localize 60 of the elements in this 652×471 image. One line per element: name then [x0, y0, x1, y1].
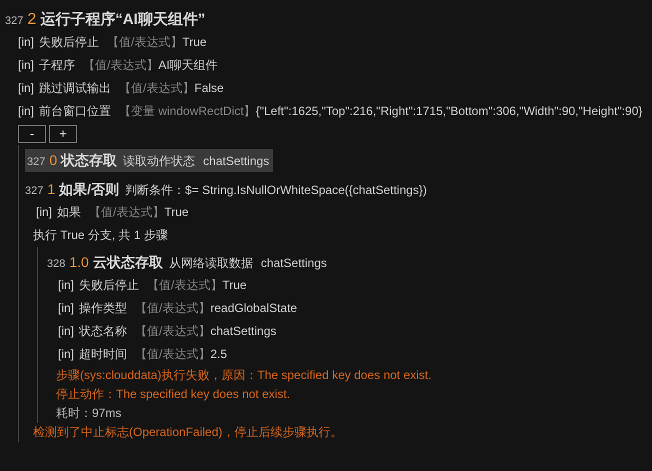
param-tag: [in]: [36, 201, 52, 224]
param-name: 如果: [57, 204, 82, 221]
branch-summary: 执行 True 分支, 共 1 步骤: [32, 227, 169, 244]
step-target: chatSettings: [260, 255, 327, 272]
step-number: 1: [47, 180, 56, 199]
timing-message: 耗时：97ms: [55, 405, 122, 422]
error-message: 停止动作：The specified key does not exist.: [55, 386, 292, 403]
param-name: 状态名称: [79, 323, 128, 340]
step-title: 云状态存取: [92, 253, 163, 272]
param-value: False: [194, 80, 224, 97]
param-name: 跳过调试输出: [39, 80, 112, 97]
toggle-button[interactable]: -: [18, 125, 46, 143]
param-name: 操作类型: [79, 300, 128, 317]
param-name: 子程序: [39, 57, 76, 74]
param-tag: [in]: [58, 320, 74, 343]
step-description: 判断条件：$= String.IsNullOrWhiteSpace({chatSettings}): [125, 182, 427, 199]
step-description: 从网络读取数据: [168, 255, 253, 272]
param-name: 前台窗口位置: [39, 103, 112, 120]
param-source: 【值/表达式】: [89, 204, 164, 221]
param-value: chatSettings: [210, 323, 276, 340]
param-tag: [in]: [58, 297, 74, 320]
param-source: 【变量 windowRectDict】: [119, 103, 256, 120]
line-number: 328: [47, 257, 66, 272]
error-message: 步骤(sys:clouddata)执行失败，原因：The specified key does not exist.: [55, 367, 432, 384]
param-name: 失败后停止: [79, 277, 140, 294]
param-source: 【值/表达式】: [135, 346, 210, 363]
error-message: 检测到了中止标志(OperationFailed)，停止后续步骤执行。: [32, 424, 344, 441]
line-number: 327: [27, 155, 46, 170]
toggle-button[interactable]: +: [49, 125, 77, 143]
param-value: 2.5: [210, 346, 228, 363]
step-target: chatSettings: [203, 153, 270, 170]
step-number: 1.0: [69, 253, 89, 272]
param-value: AI聊天组件: [158, 57, 218, 74]
param-tag: [in]: [18, 100, 34, 123]
param-value: readGlobalState: [210, 300, 298, 317]
param-source: 【值/表达式】: [147, 277, 222, 294]
param-source: 【值/表达式】: [135, 300, 210, 317]
param-name: 超时时间: [79, 346, 128, 363]
step-description: 读取动作状态: [123, 153, 196, 170]
line-number: 327: [25, 184, 44, 199]
param-name: 失败后停止: [39, 34, 100, 51]
param-value: True: [222, 277, 247, 294]
param-value: True: [164, 204, 189, 221]
param-tag: [in]: [18, 54, 34, 77]
param-source: 【值/表达式】: [83, 57, 158, 74]
param-source: 【值/表达式】: [135, 323, 210, 340]
param-value: {"Left":1625,"Top":216,"Right":1715,"Bottom":306,"Width":90,"Height":90}: [256, 103, 642, 120]
param-source: 【值/表达式】: [119, 80, 194, 97]
param-tag: [in]: [18, 77, 34, 100]
param-tag: [in]: [18, 31, 34, 54]
step-title: 状态存取: [61, 151, 118, 170]
line-number: 327: [5, 14, 24, 29]
step-number: 0: [49, 151, 58, 170]
param-value: True: [182, 34, 207, 51]
step-number: 2: [27, 10, 36, 30]
param-source: 【值/表达式】: [107, 34, 182, 51]
step-title: 运行子程序“AI聊天组件”: [40, 10, 206, 30]
param-tag: [in]: [58, 274, 74, 297]
step-title: 如果/否则: [59, 180, 120, 199]
param-tag: [in]: [58, 343, 74, 366]
